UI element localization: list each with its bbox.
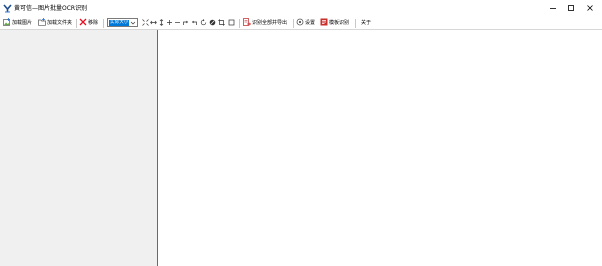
fit-height-button[interactable] — [158, 17, 165, 29]
rectangle-button[interactable] — [228, 17, 235, 29]
app-logo-icon — [3, 4, 12, 13]
flip-icon — [209, 19, 216, 28]
add-image-button[interactable]: 加载图片 — [3, 17, 32, 29]
undo-icon — [191, 19, 198, 28]
settings-button[interactable]: 设置 — [296, 17, 315, 29]
fit-window-icon — [142, 18, 149, 28]
minimize-icon — [549, 4, 557, 14]
zoom-value: 实际大小 — [109, 20, 130, 26]
about-button[interactable]: 关于 — [360, 17, 371, 29]
template-recognize-label: 模板识别 — [329, 20, 350, 26]
window-title: 黄可信—图片批量OCR识别 — [14, 5, 88, 12]
fit-width-button[interactable] — [150, 17, 157, 29]
zoom-in-button[interactable] — [166, 17, 173, 29]
toolbar: 加载图片 加载文件夹 移除 识别全部并导出 设置 模板识别 关于 — [0, 17, 602, 29]
add-folder-button[interactable]: 加载文件夹 — [38, 17, 72, 29]
template-icon — [320, 18, 328, 28]
zoom-select[interactable]: 实际大小 — [107, 18, 138, 27]
redo-icon — [182, 19, 189, 28]
rotate-right-button[interactable] — [200, 17, 207, 29]
add-folder-label: 加载文件夹 — [47, 20, 73, 26]
zoom-in-icon — [166, 19, 173, 28]
image-preview-area[interactable] — [158, 30, 602, 266]
add-folder-icon — [38, 18, 46, 28]
export-all-label: 识别全部并导出 — [252, 20, 288, 26]
remove-icon — [79, 18, 87, 28]
zoom-out-button[interactable] — [174, 17, 181, 29]
flip-button[interactable] — [209, 17, 216, 29]
redo-button[interactable] — [182, 17, 189, 29]
template-recognize-button[interactable]: 模板识别 — [320, 17, 349, 29]
rotate-right-icon — [200, 18, 207, 28]
settings-label: 设置 — [305, 20, 316, 26]
fit-window-button[interactable] — [142, 17, 149, 29]
export-all-button[interactable]: 识别全部并导出 — [243, 17, 287, 29]
crop-icon — [218, 18, 225, 28]
remove-label: 移除 — [88, 20, 99, 26]
minimize-button[interactable] — [543, 0, 563, 17]
fit-width-icon — [150, 19, 157, 28]
about-label: 关于 — [361, 20, 372, 26]
add-image-label: 加载图片 — [12, 20, 33, 26]
maximize-icon — [567, 4, 575, 14]
toolbar-separator — [355, 19, 356, 28]
title-bar: 黄可信—图片批量OCR识别 — [0, 0, 602, 17]
rectangle-icon — [228, 19, 235, 28]
toolbar-separator — [103, 19, 104, 28]
close-button[interactable] — [580, 0, 600, 17]
crop-button[interactable] — [218, 17, 225, 29]
export-icon — [243, 18, 251, 28]
toolbar-separator — [293, 19, 294, 28]
fit-height-icon — [158, 18, 165, 28]
undo-button[interactable] — [191, 17, 198, 29]
toolbar-separator — [76, 19, 77, 28]
toolbar-separator — [239, 19, 240, 28]
add-image-icon — [3, 18, 11, 28]
zoom-out-icon — [174, 19, 181, 28]
image-list-panel[interactable] — [0, 30, 157, 266]
close-icon — [586, 4, 594, 14]
gear-icon — [296, 18, 304, 28]
remove-button[interactable]: 移除 — [79, 17, 98, 29]
chevron-down-icon — [130, 20, 136, 28]
maximize-button[interactable] — [561, 0, 581, 17]
